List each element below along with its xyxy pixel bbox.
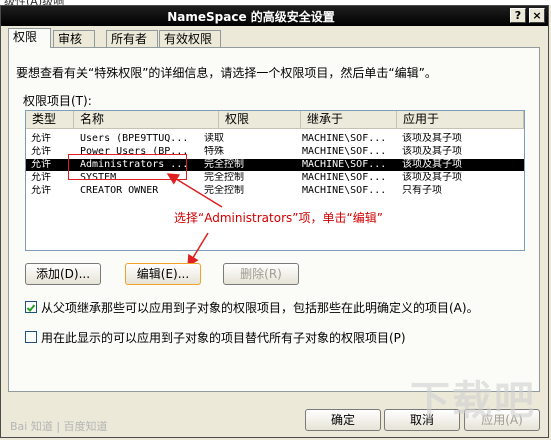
cell-applies-to: 该项及其子项 bbox=[402, 133, 462, 144]
column-header-type[interactable]: 类型 bbox=[26, 111, 74, 129]
cell-inherited-from: MACHINE\SOF... bbox=[302, 172, 387, 183]
cell-inherited-from: MACHINE\SOF... bbox=[302, 146, 387, 157]
annotation-text: 选择“Administrators”项，单击“编辑” bbox=[174, 211, 383, 225]
replace-child-checkbox-label[interactable]: 用在此显示的可以应用到子对象的项目替代所有子对象的权限项目(P) bbox=[41, 329, 406, 346]
table-row[interactable]: 允许 Users (BPE9TTUQ... 读取 MACHINE\SOF... … bbox=[26, 133, 524, 145]
cell-inherited-from: MACHINE\SOF... bbox=[302, 185, 387, 196]
description-text: 要想查看有关“特殊权限”的详细信息，请选择一个权限项目，然后单击“编辑”。 bbox=[16, 66, 437, 80]
cell-applies-to: 该项及其子项 bbox=[402, 159, 462, 170]
inherit-checkbox-label[interactable]: 从父项继承那些可以应用到子对象的权限项目，包括那些在此明确定义的项目(A)。 bbox=[41, 299, 479, 316]
cell-type: 允许 bbox=[31, 172, 51, 183]
cell-permission: 完全控制 bbox=[204, 159, 244, 170]
annotation-highlight-box bbox=[68, 154, 187, 180]
inherit-checkbox[interactable] bbox=[25, 301, 37, 313]
cell-permission: 特殊 bbox=[204, 146, 224, 157]
column-header-name[interactable]: 名称 bbox=[74, 111, 219, 129]
cell-inherited-from: MACHINE\SOF... bbox=[302, 133, 387, 144]
ok-button[interactable]: 确定 bbox=[305, 409, 381, 431]
cell-name: Users (BPE9TTUQ... bbox=[80, 133, 189, 144]
watermark-right: 下载吧 bbox=[410, 378, 536, 424]
cell-permission: 完全控制 bbox=[204, 172, 244, 183]
titlebar: NameSpace 的高级安全设置 ? × bbox=[1, 6, 548, 26]
table-row[interactable]: 允许 CREATOR OWNER 完全控制 MACHINE\SOF... 只有子… bbox=[26, 185, 524, 197]
column-header-permission[interactable]: 权限 bbox=[219, 111, 301, 129]
cell-inherited-from: MACHINE\SOF... bbox=[302, 159, 387, 170]
cell-applies-to: 该项及其子项 bbox=[402, 172, 462, 183]
cell-permission: 完全控制 bbox=[204, 185, 244, 196]
cell-type: 允许 bbox=[31, 185, 51, 196]
window-title: NameSpace 的高级安全设置 bbox=[167, 10, 335, 24]
cell-permission: 读取 bbox=[204, 133, 224, 144]
tab-owner[interactable]: 所有者 bbox=[106, 30, 158, 47]
column-header-applies-to[interactable]: 应用于 bbox=[397, 111, 524, 129]
column-header-inherited-from[interactable]: 继承于 bbox=[301, 111, 397, 129]
tab-permissions[interactable]: 权限 bbox=[8, 28, 51, 48]
checkmark-icon bbox=[26, 304, 36, 312]
permission-list[interactable]: 类型 名称 权限 继承于 应用于 允许 Users (BPE9TTUQ... 读… bbox=[25, 110, 525, 251]
cell-applies-to: 该项及其子项 bbox=[402, 146, 462, 157]
cell-name: CREATOR OWNER bbox=[80, 185, 159, 196]
watermark-left: Bai 知道 | 百度知道 bbox=[10, 420, 108, 433]
cell-type: 允许 bbox=[31, 146, 51, 157]
help-button[interactable]: ? bbox=[510, 8, 526, 23]
add-button[interactable]: 添加(D)... bbox=[25, 263, 101, 285]
permission-list-label: 权限项目(T): bbox=[23, 94, 92, 108]
close-button[interactable]: × bbox=[529, 8, 545, 23]
edit-button[interactable]: 编辑(E)... bbox=[125, 263, 201, 285]
cell-applies-to: 只有子项 bbox=[402, 185, 442, 196]
cell-type: 允许 bbox=[31, 133, 51, 144]
replace-child-checkbox[interactable] bbox=[25, 331, 37, 343]
cell-type: 允许 bbox=[31, 159, 51, 170]
tab-auditing[interactable]: 审核 bbox=[53, 30, 95, 47]
tab-effective-permissions[interactable]: 有效权限 bbox=[159, 30, 221, 47]
remove-button[interactable]: 删除(R) bbox=[223, 263, 299, 285]
